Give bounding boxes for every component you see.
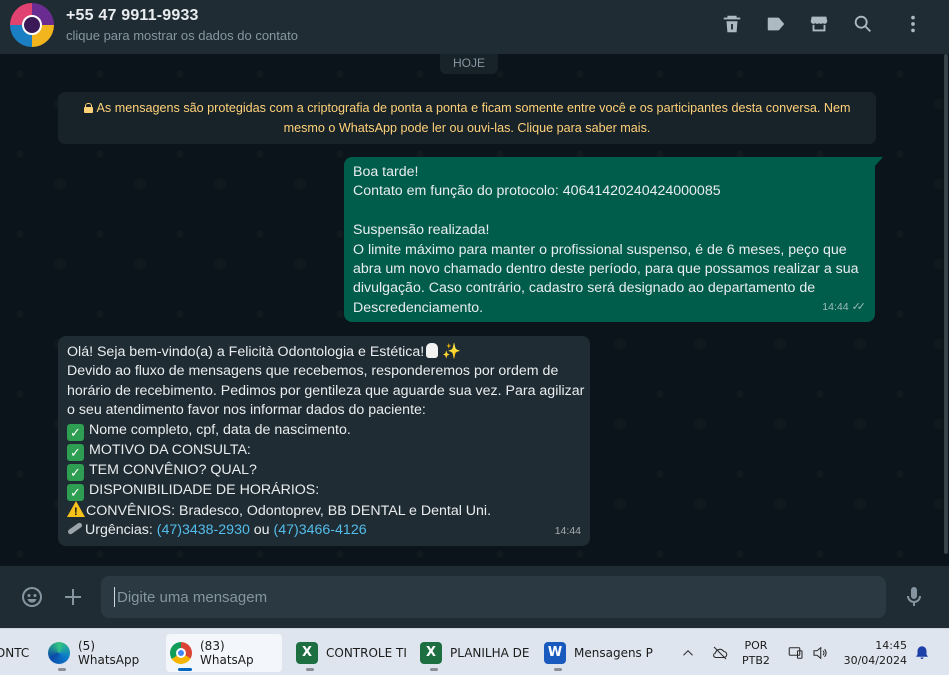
message-line bbox=[353, 202, 866, 221]
composer bbox=[0, 566, 949, 628]
message-line: Boa tarde! bbox=[353, 164, 419, 180]
tooth-emoji-icon bbox=[426, 343, 439, 358]
lang-line1: POR bbox=[744, 639, 768, 652]
chevron-up-icon[interactable] bbox=[678, 643, 698, 663]
message-meta: 14:44 ✓✓ bbox=[822, 298, 866, 317]
network-icon[interactable] bbox=[786, 643, 806, 663]
chat-header: +55 47 9911-9933 clique para mostrar os … bbox=[0, 0, 949, 54]
excel-icon: X bbox=[296, 642, 318, 664]
message-line: horário de recebimento. Pedimos por gent… bbox=[67, 382, 585, 399]
scrollbar-thumb[interactable] bbox=[944, 54, 948, 554]
encryption-notice-line1: As mensagens são protegidas com a cripto… bbox=[96, 101, 851, 115]
catalog-icon[interactable] bbox=[806, 11, 832, 37]
system-clock[interactable]: 14:45 30/04/2024 bbox=[840, 638, 907, 668]
windows-taskbar: DNTC (5) WhatsApp (83) WhatsAp X CONTROL… bbox=[0, 628, 949, 675]
phone-link-1[interactable]: (47)3438-2930 bbox=[157, 522, 250, 538]
convenios-text: CONVÊNIOS: Bradesco, Odontoprev, BB DENT… bbox=[86, 502, 492, 519]
taskbar-label: Mensagens P bbox=[574, 646, 653, 660]
taskbar-item-dntc[interactable]: DNTC bbox=[0, 634, 36, 672]
message-line: abra um novo chamado dentro deste períod… bbox=[353, 261, 859, 278]
warning-icon bbox=[67, 500, 85, 522]
taskbar-item-planilha[interactable]: X PLANILHA DE bbox=[416, 634, 532, 672]
lock-icon bbox=[83, 103, 93, 113]
attach-plus-icon[interactable] bbox=[59, 583, 87, 611]
message-time: 14:44 bbox=[554, 524, 581, 537]
checklist-item: MOTIVO DA CONSULTA: bbox=[89, 441, 251, 458]
checklist-item: Nome completo, cpf, data de nascimento. bbox=[89, 421, 351, 438]
label-icon[interactable] bbox=[763, 11, 789, 37]
taskbar-label: (83) WhatsAp bbox=[200, 639, 254, 667]
search-icon[interactable] bbox=[850, 11, 876, 37]
message-line: Devido ao fluxo de mensagens que recebem… bbox=[67, 363, 559, 380]
message-time: 14:44 bbox=[822, 300, 849, 313]
check-mark-icon: ✓ bbox=[67, 483, 84, 501]
chat-scrollbar[interactable] bbox=[943, 54, 949, 566]
message-input[interactable] bbox=[101, 576, 886, 618]
edge-icon bbox=[48, 642, 70, 664]
date-chip: HOJE bbox=[440, 54, 499, 74]
contact-subtitle[interactable]: clique para mostrar os dados do contato bbox=[66, 28, 298, 43]
message-line: Descredenciamento. bbox=[353, 299, 484, 316]
check-mark-icon: ✓ bbox=[67, 463, 84, 481]
word-icon: W bbox=[544, 642, 566, 664]
menu-icon[interactable] bbox=[900, 11, 926, 37]
taskbar-item-mensagens[interactable]: W Mensagens P bbox=[540, 634, 656, 672]
taskbar-item-chrome-whatsapp[interactable]: (83) WhatsAp bbox=[166, 634, 282, 672]
outgoing-message[interactable]: Boa tarde! Contato em função do protocol… bbox=[344, 157, 883, 322]
message-line: O limite máximo para manter o profission… bbox=[353, 241, 847, 258]
check-mark-icon: ✓ bbox=[67, 423, 84, 441]
excel-icon: X bbox=[420, 642, 442, 664]
taskbar-label: (5) WhatsApp bbox=[78, 639, 140, 667]
incoming-message[interactable]: Olá! Seja bem-vindo(a) a Felicità Odonto… bbox=[58, 336, 590, 546]
message-line: o seu atendimento favor nos informar dad… bbox=[67, 402, 426, 419]
text-caret bbox=[114, 587, 115, 607]
sparkles-emoji-icon: ✨ bbox=[442, 343, 461, 360]
notification-bell-icon[interactable] bbox=[912, 643, 932, 663]
taskbar-item-controle-ti[interactable]: X CONTROLE TI bbox=[292, 634, 408, 672]
message-line: divulgação. Caso contrário, cadastro ser… bbox=[353, 280, 816, 297]
checklist-item: TEM CONVÊNIO? QUAL? bbox=[89, 461, 257, 478]
clock-time: 14:45 bbox=[875, 639, 907, 652]
read-ticks-icon: ✓✓ bbox=[851, 300, 867, 313]
volume-icon[interactable] bbox=[810, 643, 830, 663]
greeting-text: Olá! Seja bem-vindo(a) a Felicità Odonto… bbox=[67, 344, 425, 360]
emoji-icon[interactable] bbox=[18, 583, 46, 611]
telephone-receiver-icon bbox=[67, 521, 83, 536]
delete-icon[interactable] bbox=[719, 11, 745, 37]
checklist-item: DISPONIBILIDADE DE HORÁRIOS: bbox=[89, 481, 320, 498]
taskbar-item-edge-whatsapp[interactable]: (5) WhatsApp bbox=[44, 634, 160, 672]
encryption-notice[interactable]: As mensagens são protegidas com a cripto… bbox=[58, 92, 876, 144]
microphone-icon[interactable] bbox=[900, 583, 928, 611]
taskbar-label: CONTROLE TI bbox=[326, 646, 407, 660]
lang-line2: PTB2 bbox=[742, 654, 770, 667]
cloud-offline-icon[interactable] bbox=[710, 643, 730, 663]
phone-link-2[interactable]: (47)3466-4126 bbox=[274, 522, 367, 538]
encryption-notice-line2: mesmo o WhatsApp pode ler ou ouvi-las. C… bbox=[283, 121, 651, 135]
message-line: Contato em função do protocolo: 40641420… bbox=[353, 183, 721, 200]
check-mark-icon: ✓ bbox=[67, 443, 84, 461]
taskbar-label: PLANILHA DE bbox=[450, 646, 530, 660]
message-meta: 14:44 bbox=[555, 522, 581, 541]
or-text: ou bbox=[249, 522, 274, 539]
chrome-icon bbox=[170, 642, 192, 664]
input-language[interactable]: POR PTB2 bbox=[742, 638, 770, 668]
urgencias-label: Urgências: bbox=[85, 522, 157, 539]
whatsapp-window: +55 47 9911-9933 clique para mostrar os … bbox=[0, 0, 949, 675]
clock-date: 30/04/2024 bbox=[843, 654, 907, 667]
message-line: Suspensão realizada! bbox=[353, 222, 490, 239]
contact-name[interactable]: +55 47 9911-9933 bbox=[66, 7, 199, 25]
message-list[interactable]: HOJE As mensagens são protegidas com a c… bbox=[0, 54, 943, 566]
taskbar-label: DNTC bbox=[0, 646, 30, 660]
avatar[interactable] bbox=[10, 3, 54, 47]
